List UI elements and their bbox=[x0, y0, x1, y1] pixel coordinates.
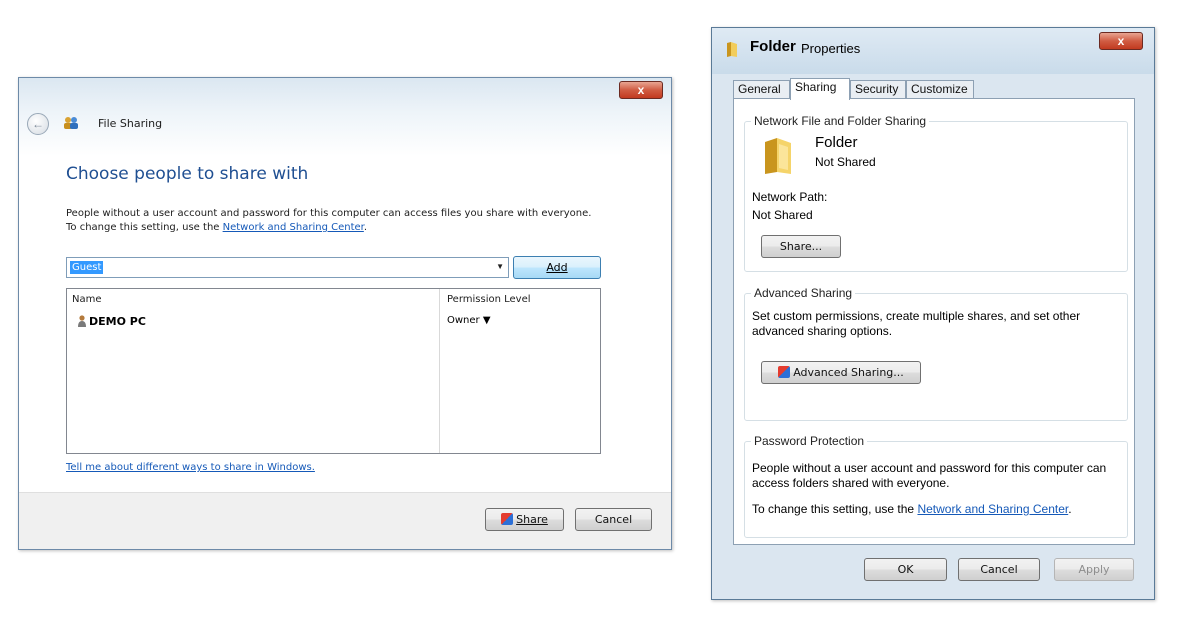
advanced-sharing-button-label: Advanced Sharing... bbox=[793, 366, 904, 379]
description-line-2-suffix: . bbox=[363, 222, 368, 233]
description-line-1: People without a user account and passwo… bbox=[66, 208, 592, 219]
folder-properties-window: Folder Properties x General Sharing Secu… bbox=[711, 27, 1155, 600]
people-icon bbox=[63, 116, 79, 130]
advanced-sharing-button[interactable]: Advanced Sharing... bbox=[761, 361, 921, 384]
tab-customize[interactable]: Customize bbox=[906, 80, 974, 99]
network-path-value: Not Shared bbox=[752, 208, 813, 222]
share-button[interactable]: Share... bbox=[761, 235, 841, 258]
table-row[interactable]: DEMO PC Owner ▼ bbox=[67, 313, 600, 331]
password-change-suffix: . bbox=[1068, 502, 1072, 516]
network-sharing-group-label: Network File and Folder Sharing bbox=[751, 114, 930, 128]
file-sharing-titlebar: x ← File Sharing bbox=[19, 78, 671, 156]
share-button-label: Share bbox=[516, 513, 548, 526]
cancel-button[interactable]: Cancel bbox=[575, 508, 652, 531]
tab-general[interactable]: General bbox=[733, 80, 790, 99]
shield-icon bbox=[501, 513, 514, 525]
password-change-prefix: To change this setting, use the bbox=[752, 502, 918, 516]
window-title-main: Folder bbox=[750, 38, 796, 55]
tell-me-link[interactable]: Tell me about different ways to share in… bbox=[66, 462, 315, 473]
password-protection-group-label: Password Protection bbox=[751, 434, 868, 448]
user-combobox[interactable]: Guest ▼ bbox=[66, 257, 509, 278]
file-sharing-window: x ← File Sharing Choose people to share … bbox=[18, 77, 672, 550]
ok-button[interactable]: OK bbox=[864, 558, 947, 581]
network-sharing-center-link[interactable]: Network and Sharing Center bbox=[917, 502, 1068, 516]
folder-properties-close-button[interactable]: x bbox=[1099, 32, 1143, 50]
network-path-label: Network Path: bbox=[752, 190, 828, 204]
file-sharing-footer: Share Cancel bbox=[19, 492, 671, 549]
window-title: File Sharing bbox=[98, 117, 163, 130]
tab-sharing[interactable]: Sharing bbox=[790, 78, 850, 100]
sharing-table: Name Permission Level DEMO PC Owner ▼ bbox=[66, 288, 601, 454]
advanced-sharing-group-label: Advanced Sharing bbox=[751, 286, 856, 300]
network-sharing-center-link[interactable]: Network and Sharing Center bbox=[223, 222, 364, 233]
user-icon bbox=[77, 315, 87, 330]
window-title-sub: Properties bbox=[801, 41, 861, 56]
add-button[interactable]: Add bbox=[513, 256, 601, 279]
description-line-2: To change this setting, use the Network … bbox=[66, 222, 367, 233]
permission-level-dropdown[interactable]: Owner ▼ bbox=[447, 315, 491, 326]
share-button[interactable]: Share bbox=[485, 508, 564, 531]
folder-name: Folder bbox=[815, 134, 858, 151]
apply-button[interactable]: Apply bbox=[1054, 558, 1134, 581]
back-arrow-icon[interactable]: ← bbox=[27, 113, 49, 135]
row-user-name: DEMO PC bbox=[89, 315, 146, 328]
sharing-tab-panel: Network File and Folder Sharing Folder N… bbox=[733, 98, 1135, 545]
folder-share-status: Not Shared bbox=[815, 155, 876, 169]
password-protection-description: People without a user account and passwo… bbox=[752, 461, 1107, 490]
description-line-2-prefix: To change this setting, use the bbox=[66, 222, 223, 233]
cancel-button[interactable]: Cancel bbox=[958, 558, 1040, 581]
page-heading: Choose people to share with bbox=[66, 164, 309, 184]
password-change-text: To change this setting, use the Network … bbox=[752, 502, 1072, 516]
advanced-sharing-description: Set custom permissions, create multiple … bbox=[752, 309, 1081, 338]
advanced-sharing-group: Advanced Sharing Set custom permissions,… bbox=[744, 286, 1128, 421]
password-protection-group: Password Protection People without a use… bbox=[744, 434, 1128, 538]
column-header-name[interactable]: Name bbox=[72, 294, 102, 305]
network-sharing-group: Network File and Folder Sharing Folder N… bbox=[744, 114, 1128, 272]
dropdown-arrow-icon[interactable]: ▼ bbox=[496, 262, 504, 271]
shield-icon bbox=[778, 366, 791, 378]
file-sharing-close-button[interactable]: x bbox=[619, 81, 663, 99]
tab-security[interactable]: Security bbox=[850, 80, 906, 99]
user-combobox-value[interactable]: Guest bbox=[70, 261, 104, 274]
large-folder-icon bbox=[761, 136, 797, 174]
folder-properties-titlebar: Folder Properties x bbox=[712, 28, 1154, 74]
folder-icon bbox=[725, 41, 739, 57]
column-header-permission[interactable]: Permission Level bbox=[447, 294, 531, 305]
